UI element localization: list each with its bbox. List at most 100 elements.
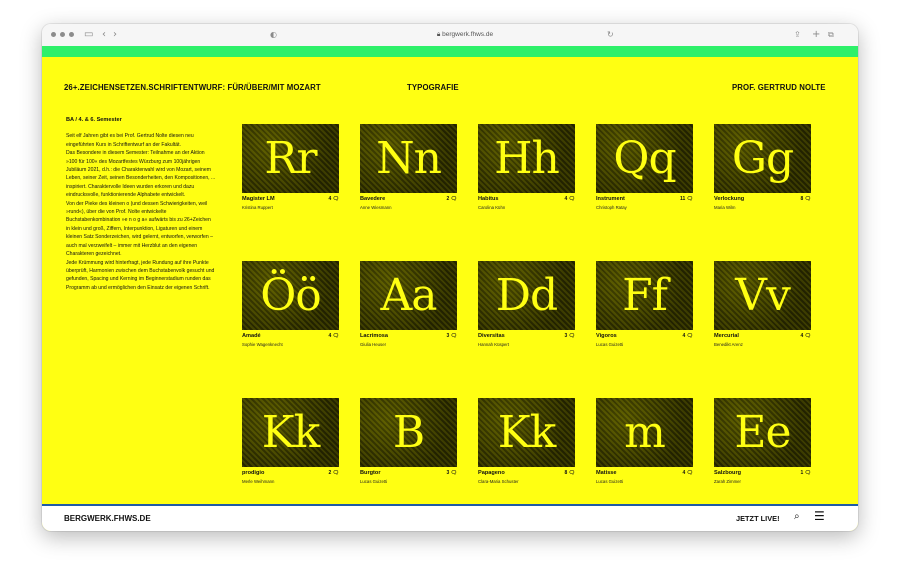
comment-count: 8 🗨︎ bbox=[800, 196, 811, 202]
project-card[interactable]: Öö Amadé 4 🗨︎ Sophie Wagenknecht bbox=[242, 261, 339, 358]
comment-icon: 🗨︎ bbox=[332, 333, 339, 339]
comment-count: 4 🗨︎ bbox=[682, 470, 693, 476]
glyph-specimen: m bbox=[624, 407, 666, 458]
project-title[interactable]: Amadé bbox=[242, 333, 261, 339]
project-thumbnail[interactable]: Kk bbox=[242, 398, 339, 467]
tab-overview-icon[interactable]: ⧉ bbox=[828, 28, 834, 42]
forward-icon[interactable]: › bbox=[113, 28, 117, 42]
glyph-specimen: Aa bbox=[380, 270, 437, 321]
project-author: Zarah Zimmer bbox=[714, 479, 741, 484]
comment-count: 3 🗨︎ bbox=[446, 333, 457, 339]
reader-mode-icon[interactable]: ◐ bbox=[270, 28, 277, 42]
share-icon[interactable]: ⇪ bbox=[794, 28, 801, 42]
project-card[interactable]: Gg Verlockung 8 🗨︎ Maria Wilm bbox=[714, 124, 811, 221]
comment-count: 3 🗨︎ bbox=[446, 470, 457, 476]
project-thumbnail[interactable]: Dd bbox=[478, 261, 575, 330]
comment-count: 4 🗨︎ bbox=[682, 333, 693, 339]
project-title[interactable]: Instrument bbox=[596, 196, 625, 202]
project-thumbnail[interactable]: Hh bbox=[478, 124, 575, 193]
glyph-specimen: Kk bbox=[497, 407, 557, 458]
project-thumbnail[interactable]: Ff bbox=[596, 261, 693, 330]
category-label[interactable]: TYPOGRAFIE bbox=[407, 83, 459, 92]
comment-icon: 🗨︎ bbox=[450, 470, 457, 476]
comment-count: 8 🗨︎ bbox=[564, 470, 575, 476]
glyph-specimen: Öö bbox=[260, 270, 322, 321]
project-title[interactable]: Lacrimosa bbox=[360, 333, 388, 339]
reload-icon[interactable]: ↻ bbox=[607, 28, 614, 42]
project-title[interactable]: Papageno bbox=[478, 470, 505, 476]
project-thumbnail[interactable]: Rr bbox=[242, 124, 339, 193]
project-title[interactable]: Vigoros bbox=[596, 333, 617, 339]
project-title[interactable]: Diversitas bbox=[478, 333, 505, 339]
browser-window: ▭ ‹ › ◐ 🔒︎ bergwerk.fhws.de ↻ ⇪ + ⧉ 26+.… bbox=[42, 24, 858, 531]
professor-name[interactable]: PROF. GERTRUD NOLTE bbox=[732, 83, 826, 92]
comment-icon: 🗨︎ bbox=[568, 333, 575, 339]
project-title[interactable]: prodigio bbox=[242, 470, 264, 476]
glyph-specimen: Ee bbox=[734, 407, 791, 458]
minimize-window-button[interactable] bbox=[60, 32, 65, 37]
menu-icon[interactable]: ☰ bbox=[814, 510, 825, 522]
project-author: Carolina Kühn bbox=[478, 205, 506, 210]
project-card[interactable]: Hh Habitus 4 🗨︎ Carolina Kühn bbox=[478, 124, 575, 221]
project-thumbnail[interactable]: Kk bbox=[478, 398, 575, 467]
project-title[interactable]: Matisse bbox=[596, 470, 617, 476]
project-title[interactable]: Magister LM bbox=[242, 196, 275, 202]
address-bar[interactable]: 🔒︎ bergwerk.fhws.de bbox=[420, 28, 510, 42]
comment-icon: 🗨︎ bbox=[332, 470, 339, 476]
project-card[interactable]: B Burgtor 3 🗨︎ Lucas Guizetti bbox=[360, 398, 457, 495]
project-thumbnail[interactable]: Qq bbox=[596, 124, 693, 193]
comment-count: 3 🗨︎ bbox=[564, 333, 575, 339]
sidebar-icon[interactable]: ▭ bbox=[84, 28, 93, 42]
project-author: Giulia Heuser bbox=[360, 342, 387, 347]
project-author: Anne Wiesmann bbox=[360, 205, 392, 210]
project-title[interactable]: Burgtor bbox=[360, 470, 381, 476]
project-thumbnail[interactable]: Öö bbox=[242, 261, 339, 330]
zoom-window-button[interactable] bbox=[69, 32, 74, 37]
project-thumbnail[interactable]: Nn bbox=[360, 124, 457, 193]
page-content: 26+.ZEICHENSETZEN.SCHRIFTENTWURF: FÜR/ÜB… bbox=[42, 46, 858, 531]
project-card[interactable]: Kk Papageno 8 🗨︎ Clara-Maria Schuster bbox=[478, 398, 575, 495]
project-card[interactable]: Ff Vigoros 4 🗨︎ Lucas Guizetti bbox=[596, 261, 693, 358]
project-thumbnail[interactable]: Gg bbox=[714, 124, 811, 193]
project-card[interactable]: Vv Mercurial 4 🗨︎ Benedikt Arenz bbox=[714, 261, 811, 358]
project-title[interactable]: Bavedere bbox=[360, 196, 385, 202]
project-title[interactable]: Mercurial bbox=[714, 333, 739, 339]
back-icon[interactable]: ‹ bbox=[102, 28, 106, 42]
project-card[interactable]: Rr Magister LM 4 🗨︎ Kristina Ruppert bbox=[242, 124, 339, 221]
comment-count: 1 🗨︎ bbox=[800, 470, 811, 476]
project-card[interactable]: Aa Lacrimosa 3 🗨︎ Giulia Heuser bbox=[360, 261, 457, 358]
close-window-button[interactable] bbox=[51, 32, 56, 37]
project-card[interactable]: Kk prodigio 2 🗨︎ Merle Weihmann bbox=[242, 398, 339, 495]
semester-label: BA / 4. & 6. Semester bbox=[66, 117, 122, 123]
project-title[interactable]: Habitus bbox=[478, 196, 499, 202]
project-title[interactable]: Salzbourg bbox=[714, 470, 741, 476]
comment-count: 11 🗨︎ bbox=[679, 196, 693, 202]
live-link[interactable]: JETZT LIVE! bbox=[736, 514, 780, 523]
comment-count: 2 🗨︎ bbox=[328, 470, 339, 476]
project-thumbnail[interactable]: B bbox=[360, 398, 457, 467]
search-icon[interactable]: ⌕ bbox=[794, 511, 800, 523]
new-tab-icon[interactable]: + bbox=[812, 28, 820, 42]
site-logo[interactable]: BERGWERK.FHWS.DE bbox=[64, 514, 151, 523]
glyph-specimen: Rr bbox=[264, 133, 317, 184]
project-card[interactable]: Ee Salzbourg 1 🗨︎ Zarah Zimmer bbox=[714, 398, 811, 495]
glyph-specimen: Vv bbox=[735, 270, 791, 321]
project-thumbnail[interactable]: Vv bbox=[714, 261, 811, 330]
project-card[interactable]: Nn Bavedere 2 🗨︎ Anne Wiesmann bbox=[360, 124, 457, 221]
project-thumbnail[interactable]: Ee bbox=[714, 398, 811, 467]
comment-icon: 🗨︎ bbox=[686, 333, 693, 339]
project-title[interactable]: Verlockung bbox=[714, 196, 744, 202]
project-author: Lucas Guizetti bbox=[596, 342, 624, 347]
project-thumbnail[interactable]: Aa bbox=[360, 261, 457, 330]
intro-paragraph: Seit elf Jahren gibt es bei Prof. Gertru… bbox=[66, 133, 194, 148]
comment-icon: 🗨︎ bbox=[450, 196, 457, 202]
course-description: BA / 4. & 6. Semester Seit elf Jahren gi… bbox=[66, 116, 216, 292]
course-title: 26+.ZEICHENSETZEN.SCHRIFTENTWURF: FÜR/ÜB… bbox=[64, 83, 321, 92]
comment-count: 2 🗨︎ bbox=[446, 196, 457, 202]
project-author: Clara-Maria Schuster bbox=[478, 479, 519, 484]
project-card[interactable]: Qq Instrument 11 🗨︎ Christoph Ratay bbox=[596, 124, 693, 221]
project-author: Benedikt Arenz bbox=[714, 342, 743, 347]
project-card[interactable]: m Matisse 4 🗨︎ Lucas Guizetti bbox=[596, 398, 693, 495]
project-thumbnail[interactable]: m bbox=[596, 398, 693, 467]
project-card[interactable]: Dd Diversitas 3 🗨︎ Hannah Küspert bbox=[478, 261, 575, 358]
